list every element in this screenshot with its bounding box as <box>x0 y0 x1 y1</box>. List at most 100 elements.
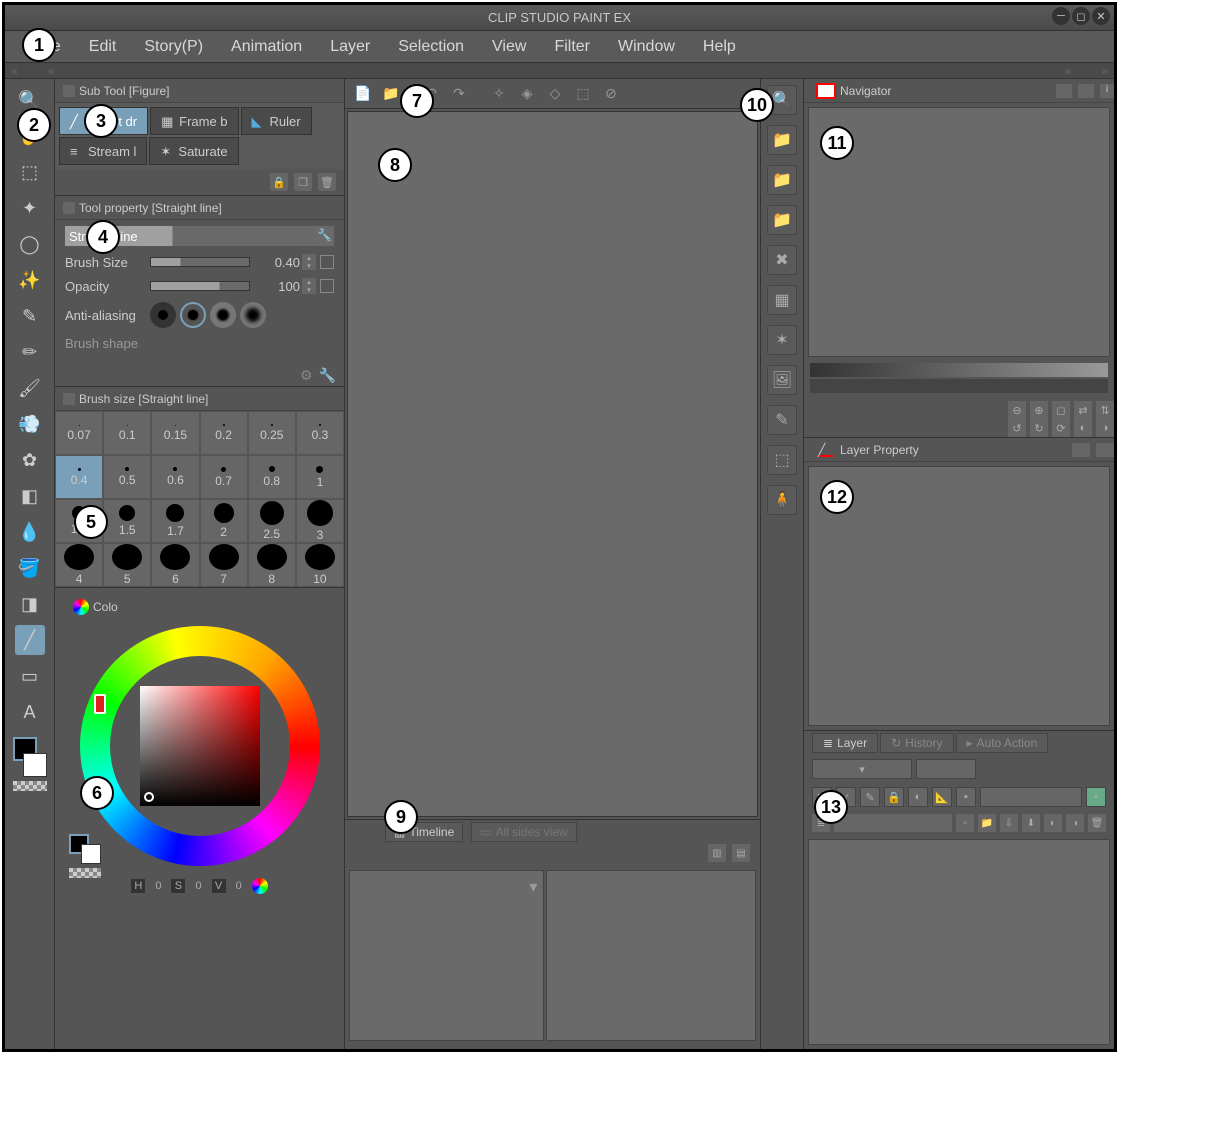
brush-size-cell[interactable]: 0.2 <box>200 411 248 455</box>
history-tab[interactable]: ↻History <box>880 733 953 753</box>
nav-btn5[interactable]: ◑ <box>1096 419 1114 437</box>
color-transparent-swatch[interactable] <box>69 868 101 878</box>
menu-story[interactable]: Story(P) <box>144 38 203 56</box>
aa-strong[interactable] <box>240 302 266 328</box>
brush-size-cell[interactable]: 8 <box>248 543 296 587</box>
subtool-stream-line[interactable]: ≡Stream l <box>59 137 147 165</box>
zoom-in-icon[interactable]: ⊕ <box>1030 401 1048 419</box>
chevron-down-icon[interactable]: ▾ <box>529 877 537 897</box>
rotate-ccw-icon[interactable]: ↺ <box>1008 419 1026 437</box>
merge-icon[interactable]: ⬇ <box>1022 814 1040 832</box>
opacity-dynamics[interactable] <box>320 279 334 293</box>
tool-blend[interactable]: 💧 <box>15 517 45 547</box>
tool-move[interactable]: ⬚ <box>15 157 45 187</box>
timeline-btn2[interactable]: ▤ <box>732 844 750 862</box>
collapse-right2-icon[interactable]: » <box>1065 64 1072 78</box>
transparent-color[interactable] <box>13 781 47 791</box>
brush-size-cell[interactable]: 6 <box>151 543 199 587</box>
delete-layer-icon[interactable]: 🗑 <box>1088 814 1106 832</box>
brush-size-cell[interactable]: 0.3 <box>296 411 344 455</box>
brush-size-cell[interactable]: 0.25 <box>248 411 296 455</box>
opacity-slider[interactable] <box>150 281 250 291</box>
material-effect-icon[interactable]: ✖ <box>767 245 797 275</box>
tool-text[interactable]: A <box>15 697 45 727</box>
menu-view[interactable]: View <box>492 38 526 56</box>
tool-fill[interactable]: 🪣 <box>15 553 45 583</box>
brush-size-cell[interactable]: 0.6 <box>151 455 199 499</box>
timeline-tracklist[interactable]: ▾ <box>349 870 544 1041</box>
minimize-button[interactable]: ─ <box>1052 7 1070 25</box>
subtool-copy-icon[interactable]: ❐ <box>294 173 312 191</box>
flip-v-icon[interactable]: ⇅ <box>1096 401 1114 419</box>
material-mono-icon[interactable]: 📁 <box>767 165 797 195</box>
opacity-value[interactable]: 100 <box>260 279 300 294</box>
tool-brush[interactable]: 🖌 <box>15 373 45 403</box>
layer-tab[interactable]: ≣Layer <box>812 733 878 753</box>
brush-size-cell[interactable]: 0.1 <box>103 411 151 455</box>
material-3d-icon[interactable]: ⬚ <box>767 445 797 475</box>
brush-size-cell[interactable]: 3 <box>296 499 344 543</box>
layer-palette-icon[interactable]: ▪ <box>1086 787 1106 807</box>
brush-size-cell[interactable]: 0.15 <box>151 411 199 455</box>
brush-size-cell[interactable]: 0.07 <box>55 411 103 455</box>
tool-figure[interactable]: ╱ <box>15 625 45 655</box>
brush-size-cell[interactable]: 1.7 <box>151 499 199 543</box>
brushsize-value[interactable]: 0.40 <box>260 255 300 270</box>
brush-size-cell[interactable]: 0.5 <box>103 455 151 499</box>
material-layout-icon[interactable]: ▦ <box>767 285 797 315</box>
reset-rot-icon[interactable]: ⟳ <box>1052 419 1070 437</box>
subtool-saturated[interactable]: ✶Saturate <box>149 137 238 165</box>
menu-edit[interactable]: Edit <box>89 38 117 56</box>
brush-size-cell[interactable]: 10 <box>296 543 344 587</box>
tool-airbrush[interactable]: 💨 <box>15 409 45 439</box>
brushsize-dynamics[interactable] <box>320 255 334 269</box>
hue-marker[interactable] <box>94 694 106 714</box>
layer-draft-icon[interactable]: ✎ <box>860 787 880 807</box>
zoom-slider[interactable] <box>810 363 1108 377</box>
menu-layer[interactable]: Layer <box>330 38 370 56</box>
brush-size-cell[interactable]: 0.8 <box>248 455 296 499</box>
brush-size-cell[interactable]: 4 <box>55 543 103 587</box>
brush-size-cell[interactable]: 2 <box>200 499 248 543</box>
new-layer-icon[interactable]: ▫ <box>956 814 974 832</box>
allsides-tab[interactable]: ▭All sides view <box>471 822 576 842</box>
sv-marker[interactable] <box>144 792 154 802</box>
background-color[interactable] <box>23 753 47 777</box>
new-mask-icon[interactable]: ◐ <box>1044 814 1062 832</box>
nav-btn4[interactable]: ◐ <box>1074 419 1092 437</box>
timeline-btn1[interactable]: ▥ <box>708 844 726 862</box>
menu-animation[interactable]: Animation <box>231 38 302 56</box>
layer-color-icon[interactable]: ▪ <box>956 787 976 807</box>
menu-help[interactable]: Help <box>703 38 736 56</box>
canvas[interactable] <box>347 111 758 817</box>
close-button[interactable]: ✕ <box>1092 7 1110 25</box>
material-manga-icon[interactable]: 📁 <box>767 205 797 235</box>
auto-action-tab[interactable]: ▸Auto Action <box>956 733 1049 753</box>
lp-tab2[interactable] <box>1072 443 1090 457</box>
material-burst-icon[interactable]: ✶ <box>767 325 797 355</box>
color-bg-swatch[interactable] <box>81 844 101 864</box>
tool-frame[interactable]: ▭ <box>15 661 45 691</box>
layer-lock-icon[interactable]: 🔒 <box>884 787 904 807</box>
subtool-ruler[interactable]: ◣Ruler <box>241 107 312 135</box>
invert-icon[interactable]: ⬚ <box>571 82 595 106</box>
tool-decoration[interactable]: ✿ <box>15 445 45 475</box>
brush-size-cell[interactable]: 1.5 <box>103 499 151 543</box>
new-file-icon[interactable]: 📄 <box>351 82 375 106</box>
tool-eraser[interactable]: ◧ <box>15 481 45 511</box>
brush-size-cell[interactable]: 0.4 <box>55 455 103 499</box>
nav-tab3-icon[interactable] <box>1078 84 1094 98</box>
clear-icon[interactable]: ✧ <box>487 82 511 106</box>
tool-operation[interactable]: ✦ <box>15 193 45 223</box>
tool-wand[interactable]: ✨ <box>15 265 45 295</box>
opacity-box[interactable] <box>916 759 976 779</box>
crop-icon[interactable]: ⊘ <box>599 82 623 106</box>
opacity-up[interactable]: ▴ <box>302 278 316 286</box>
color-wheel[interactable] <box>80 626 320 866</box>
subtool-lock-icon[interactable]: 🔒 <box>270 173 288 191</box>
blend-dropdown[interactable]: ▾ <box>812 759 912 779</box>
timeline-frames[interactable] <box>546 870 756 1041</box>
flip-h-icon[interactable]: ⇄ <box>1074 401 1092 419</box>
brush-size-cell[interactable]: 5 <box>103 543 151 587</box>
new-folder-icon[interactable]: 📁 <box>978 814 996 832</box>
